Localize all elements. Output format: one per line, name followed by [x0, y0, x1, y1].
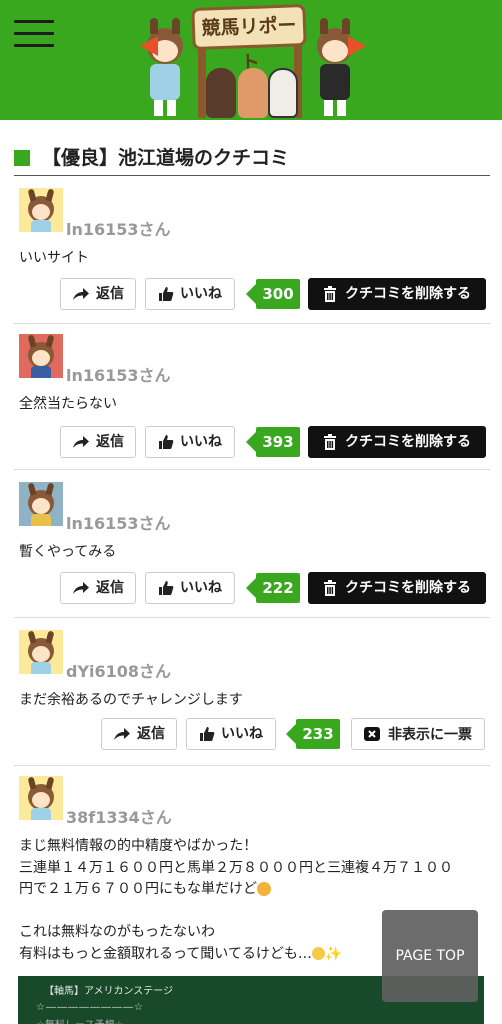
logo-text: 競馬リポート: [191, 4, 307, 74]
like-count: 222: [246, 573, 300, 603]
reply-label: 返信: [96, 580, 124, 596]
page-top-button[interactable]: PAGE TOP: [382, 910, 478, 1002]
divider: [14, 323, 490, 324]
horse-illustration: [206, 68, 236, 118]
heading-square-icon: [14, 150, 30, 166]
menu-icon[interactable]: [14, 20, 54, 50]
review-line: 三連単１４万１６００円と馬単２万８０００円と三連複４万７１００: [19, 859, 453, 876]
divider: [14, 469, 490, 470]
reply-arrow-icon: [73, 582, 89, 594]
delete-review-button[interactable]: クチコミを削除する: [308, 572, 486, 604]
hide-vote-button[interactable]: 非表示に一票: [351, 718, 485, 750]
reply-label: 返信: [96, 286, 124, 302]
like-count: 300: [246, 279, 300, 309]
delete-review-button[interactable]: クチコミを削除する: [308, 426, 486, 458]
embed-line: ☆――――――――☆: [36, 1002, 144, 1013]
close-x-icon: [364, 727, 380, 741]
reply-button[interactable]: 返信: [60, 572, 136, 604]
review-item: ln16153さん 全然当たらない 返信 いいね 393 クチコミを削除する: [14, 334, 490, 470]
trash-icon: [324, 580, 336, 596]
like-count: 233: [286, 719, 340, 749]
megaphone-icon: [140, 36, 158, 56]
section-heading: 【優良】池江道場のクチコミ: [14, 144, 490, 176]
megaphone-icon: [348, 36, 366, 56]
reply-arrow-icon: [73, 288, 89, 300]
username: ln16153さん: [66, 366, 171, 385]
username: ln16153さん: [66, 220, 171, 239]
review-line: 有料はもっと金額取れるって聞いてるけども…: [19, 945, 312, 962]
review-item: dYi6108さん まだ余裕あるのでチャレンジします 返信 いいね 233 非表…: [14, 630, 490, 766]
trash-icon: [324, 434, 336, 450]
review-item: ln16153さん いいサイト 返信 いいね 300 クチコミを削除する: [14, 188, 490, 324]
like-label: いいね: [180, 580, 222, 596]
delete-label: クチコミを削除する: [345, 434, 471, 450]
delete-label: クチコミを削除する: [345, 286, 471, 302]
divider: [14, 765, 490, 766]
delete-review-button[interactable]: クチコミを削除する: [308, 278, 486, 310]
thumbs-up-icon: [200, 727, 215, 741]
review-text: 全然当たらない: [19, 396, 117, 412]
like-button[interactable]: いいね: [145, 426, 235, 458]
sparkles-icon: ✨: [324, 945, 343, 962]
logo[interactable]: 競馬リポート: [188, 0, 312, 120]
pleading-face-emoji-icon: [311, 947, 325, 960]
trash-icon: [324, 286, 336, 302]
avatar: [19, 630, 63, 674]
delete-label: クチコミを削除する: [345, 580, 471, 596]
clap-emoji-icon: [257, 882, 271, 896]
like-label: いいね: [221, 726, 263, 742]
like-button[interactable]: いいね: [145, 278, 235, 310]
reply-arrow-icon: [73, 436, 89, 448]
horse-illustration: [268, 68, 298, 118]
like-count: 393: [246, 427, 300, 457]
review-text: まだ余裕あるのでチャレンジします: [19, 692, 243, 708]
thumbs-up-icon: [159, 435, 174, 449]
embed-title: 【軸馬】アメリカンステージ: [44, 986, 174, 997]
reply-label: 返信: [96, 434, 124, 450]
divider: [14, 617, 490, 618]
avatar: [19, 482, 63, 526]
avatar: [19, 334, 63, 378]
like-button[interactable]: いいね: [186, 718, 276, 750]
reply-label: 返信: [137, 726, 165, 742]
like-button[interactable]: いいね: [145, 572, 235, 604]
avatar: [19, 188, 63, 232]
review-text: いいサイト: [19, 250, 89, 266]
horse-illustration: [238, 68, 268, 118]
review-item: ln16153さん 暫くやってみる 返信 いいね 222 クチコミを削除する: [14, 482, 490, 618]
reply-button[interactable]: 返信: [60, 426, 136, 458]
reply-button[interactable]: 返信: [60, 278, 136, 310]
hide-vote-label: 非表示に一票: [388, 727, 472, 743]
page-title: 【優良】池江道場のクチコミ: [42, 147, 290, 169]
reply-button[interactable]: 返信: [101, 718, 177, 750]
review-line: 円で２１万６７００円にもな単だけど: [19, 881, 257, 897]
reply-arrow-icon: [114, 728, 130, 740]
like-label: いいね: [180, 286, 222, 302]
thumbs-up-icon: [159, 287, 174, 301]
like-label: いいね: [180, 434, 222, 450]
username: dYi6108さん: [66, 662, 172, 681]
username: 38f1334さん: [66, 808, 172, 827]
thumbs-up-icon: [159, 581, 174, 595]
review-text: 暫くやってみる: [19, 544, 117, 560]
site-header: 競馬リポート: [0, 0, 502, 120]
avatar: [19, 776, 63, 820]
embed-line: ☆無料レース予想☆: [36, 1016, 123, 1024]
username: ln16153さん: [66, 514, 171, 533]
review-line: まじ無料情報の的中精度やばかった！: [19, 838, 258, 854]
